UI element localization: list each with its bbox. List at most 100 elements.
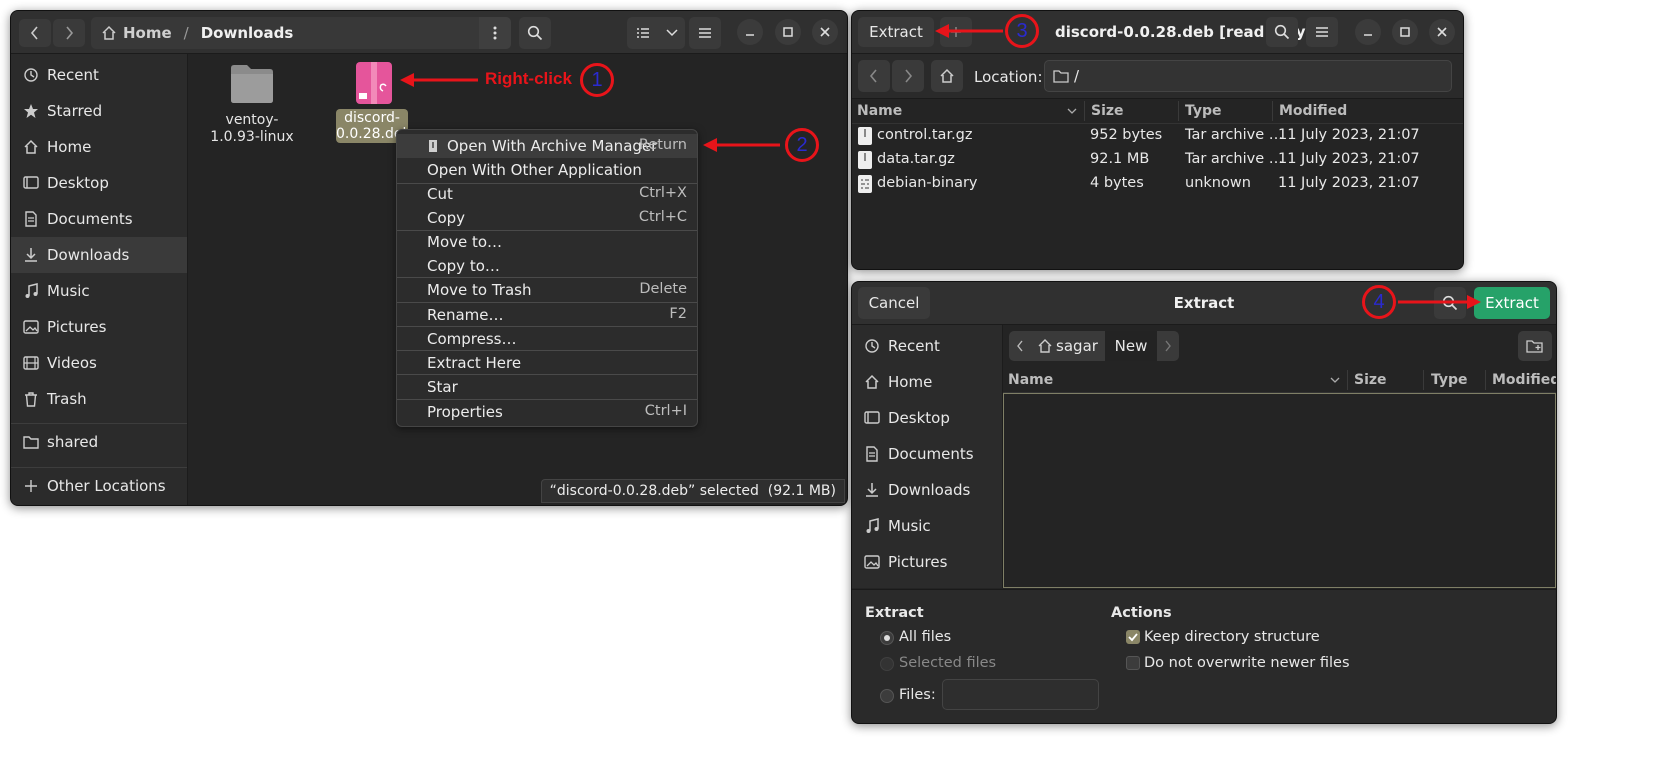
column-header-modified[interactable]: Modified: [1279, 103, 1347, 119]
chevron-left-icon: [1017, 340, 1023, 352]
path-segment-new[interactable]: New: [1105, 331, 1157, 361]
sidebar-item-pictures[interactable]: Pictures: [11, 309, 187, 345]
minimize-button[interactable]: [1355, 19, 1381, 45]
sidebar-item-starred[interactable]: Starred: [11, 93, 187, 129]
sidebar-item-documents[interactable]: Documents: [11, 201, 187, 237]
menu-item-copy[interactable]: Copy Ctrl+C: [397, 206, 697, 230]
sidebar-item-trash[interactable]: Trash: [11, 381, 187, 417]
path-menu-button[interactable]: [479, 17, 511, 49]
back-button[interactable]: [19, 19, 51, 47]
sidebar-item-music[interactable]: Music: [852, 508, 1002, 544]
files-pattern-input[interactable]: [942, 679, 1099, 710]
table-row[interactable]: debian-binary 4 bytes unknown 11 July 20…: [852, 172, 1463, 196]
column-header-type[interactable]: Type: [1431, 372, 1468, 388]
sidebar-item-other-locations[interactable]: Other Locations: [11, 468, 187, 504]
dialog-file-list: Name Size Type Modified: [1003, 368, 1556, 588]
clock-icon: [24, 68, 38, 82]
sidebar-item-videos[interactable]: Videos: [11, 345, 187, 381]
checkbox-keep-structure[interactable]: [1126, 630, 1140, 644]
sidebar-item-pictures[interactable]: Pictures: [852, 544, 1002, 580]
table-row[interactable]: control.tar.gz 952 bytes Tar archive … 1…: [852, 124, 1463, 148]
empty-file-area[interactable]: [1003, 393, 1556, 588]
sidebar-item-downloads[interactable]: Downloads: [11, 237, 187, 273]
archive-forward-button[interactable]: [892, 60, 924, 92]
dialog-search-button[interactable]: [1434, 287, 1466, 319]
path-segment-sagar[interactable]: sagar: [1031, 331, 1105, 361]
menu-item-label: Open With Archive Manager: [447, 137, 658, 155]
sidebar-item-downloads[interactable]: Downloads: [852, 472, 1002, 508]
sidebar-item-label: Recent: [47, 66, 99, 84]
radio-all-files[interactable]: [880, 631, 894, 645]
column-divider: [1423, 370, 1424, 390]
menu-item-rename[interactable]: Rename… F2: [397, 303, 697, 327]
archive-menu-button[interactable]: [1306, 17, 1338, 47]
menu-item-move-to[interactable]: Move to…: [397, 230, 697, 254]
extract-heading: Extract: [865, 605, 924, 621]
sidebar-item-music[interactable]: Music: [11, 273, 187, 309]
sidebar-item-desktop[interactable]: Desktop: [852, 400, 1002, 436]
table-header: Name Size Type Modified: [852, 99, 1463, 124]
menu-item-label: Properties: [427, 403, 503, 421]
confirm-extract-button[interactable]: Extract: [1474, 287, 1550, 319]
sidebar-item-recent[interactable]: Recent: [852, 328, 1002, 364]
chevron-left-icon: [30, 26, 38, 40]
home-icon: [24, 139, 38, 154]
archive-file-icon: [858, 127, 872, 145]
forward-button[interactable]: [53, 19, 85, 47]
close-button[interactable]: [812, 19, 838, 45]
column-header-type[interactable]: Type: [1185, 103, 1222, 119]
path-scroll-left[interactable]: [1009, 331, 1031, 361]
table-row[interactable]: data.tar.gz 92.1 MB Tar archive … 11 Jul…: [852, 148, 1463, 172]
minimize-button[interactable]: [737, 19, 763, 45]
archive-back-button[interactable]: [858, 60, 890, 92]
view-options-button[interactable]: [659, 17, 685, 49]
clock-icon: [865, 339, 879, 353]
sidebar-item-documents[interactable]: Documents: [852, 436, 1002, 472]
menu-item-label: Extract Here: [427, 354, 522, 372]
column-header-size[interactable]: Size: [1091, 103, 1124, 119]
path-segment-label: sagar: [1056, 337, 1098, 355]
archive-search-button[interactable]: [1266, 17, 1298, 47]
sidebar-item-desktop[interactable]: Desktop: [11, 165, 187, 201]
new-folder-button[interactable]: [1518, 331, 1552, 361]
path-downloads[interactable]: Downloads: [201, 24, 294, 42]
menu-item-copy-to[interactable]: Copy to…: [397, 254, 697, 278]
archive-headerbar: Extract discord-0.0.28.deb [read only]: [852, 11, 1463, 54]
menu-item-extract-here[interactable]: Extract Here: [397, 351, 697, 375]
column-header-name[interactable]: Name: [1008, 372, 1053, 388]
view-list-button[interactable]: [627, 17, 659, 49]
dialog-sidebar: Recent Home Desktop Documents Downloads …: [852, 325, 1003, 588]
archive-add-button[interactable]: [940, 17, 972, 47]
sidebar-item-home[interactable]: Home: [852, 364, 1002, 400]
menu-item-move-to-trash[interactable]: Move to Trash Delete: [397, 278, 697, 302]
maximize-button[interactable]: [775, 19, 801, 45]
search-button[interactable]: [519, 17, 551, 49]
sidebar-item-shared[interactable]: shared: [11, 424, 187, 460]
column-header-modified[interactable]: Modified: [1492, 372, 1556, 388]
column-divider: [1272, 101, 1273, 121]
archive-extract-button[interactable]: Extract: [858, 17, 934, 47]
location-field[interactable]: /: [1044, 60, 1452, 92]
close-button[interactable]: [1429, 19, 1455, 45]
checkbox-no-overwrite[interactable]: [1126, 656, 1140, 670]
main-menu-button[interactable]: [689, 17, 721, 49]
menu-item-open-archive-manager[interactable]: Open With Archive Manager Return: [397, 134, 697, 158]
maximize-button[interactable]: [1392, 19, 1418, 45]
status-bar: “discord-0.0.28.deb” selected (92.1 MB): [540, 479, 845, 503]
column-header-size[interactable]: Size: [1354, 372, 1387, 388]
path-scroll-right[interactable]: [1157, 331, 1179, 361]
sidebar-item-home[interactable]: Home: [11, 129, 187, 165]
menu-item-open-other-app[interactable]: Open With Other Application: [397, 158, 697, 182]
sidebar-item-recent[interactable]: Recent: [11, 57, 187, 93]
file-item-ventoy[interactable]: ventoy- 1.0.93-linux: [210, 60, 294, 145]
menu-item-compress[interactable]: Compress…: [397, 327, 697, 351]
menu-item-cut[interactable]: Cut Ctrl+X: [397, 182, 697, 206]
sidebar-item-label: Home: [47, 138, 92, 156]
archive-home-button[interactable]: [931, 60, 963, 92]
path-home[interactable]: Home: [123, 24, 172, 42]
menu-item-properties[interactable]: Properties Ctrl+I: [397, 400, 697, 424]
column-header-name[interactable]: Name: [857, 103, 902, 119]
radio-files[interactable]: [880, 689, 894, 703]
menu-item-star[interactable]: Star: [397, 375, 697, 399]
location-label: Location:: [974, 68, 1043, 86]
